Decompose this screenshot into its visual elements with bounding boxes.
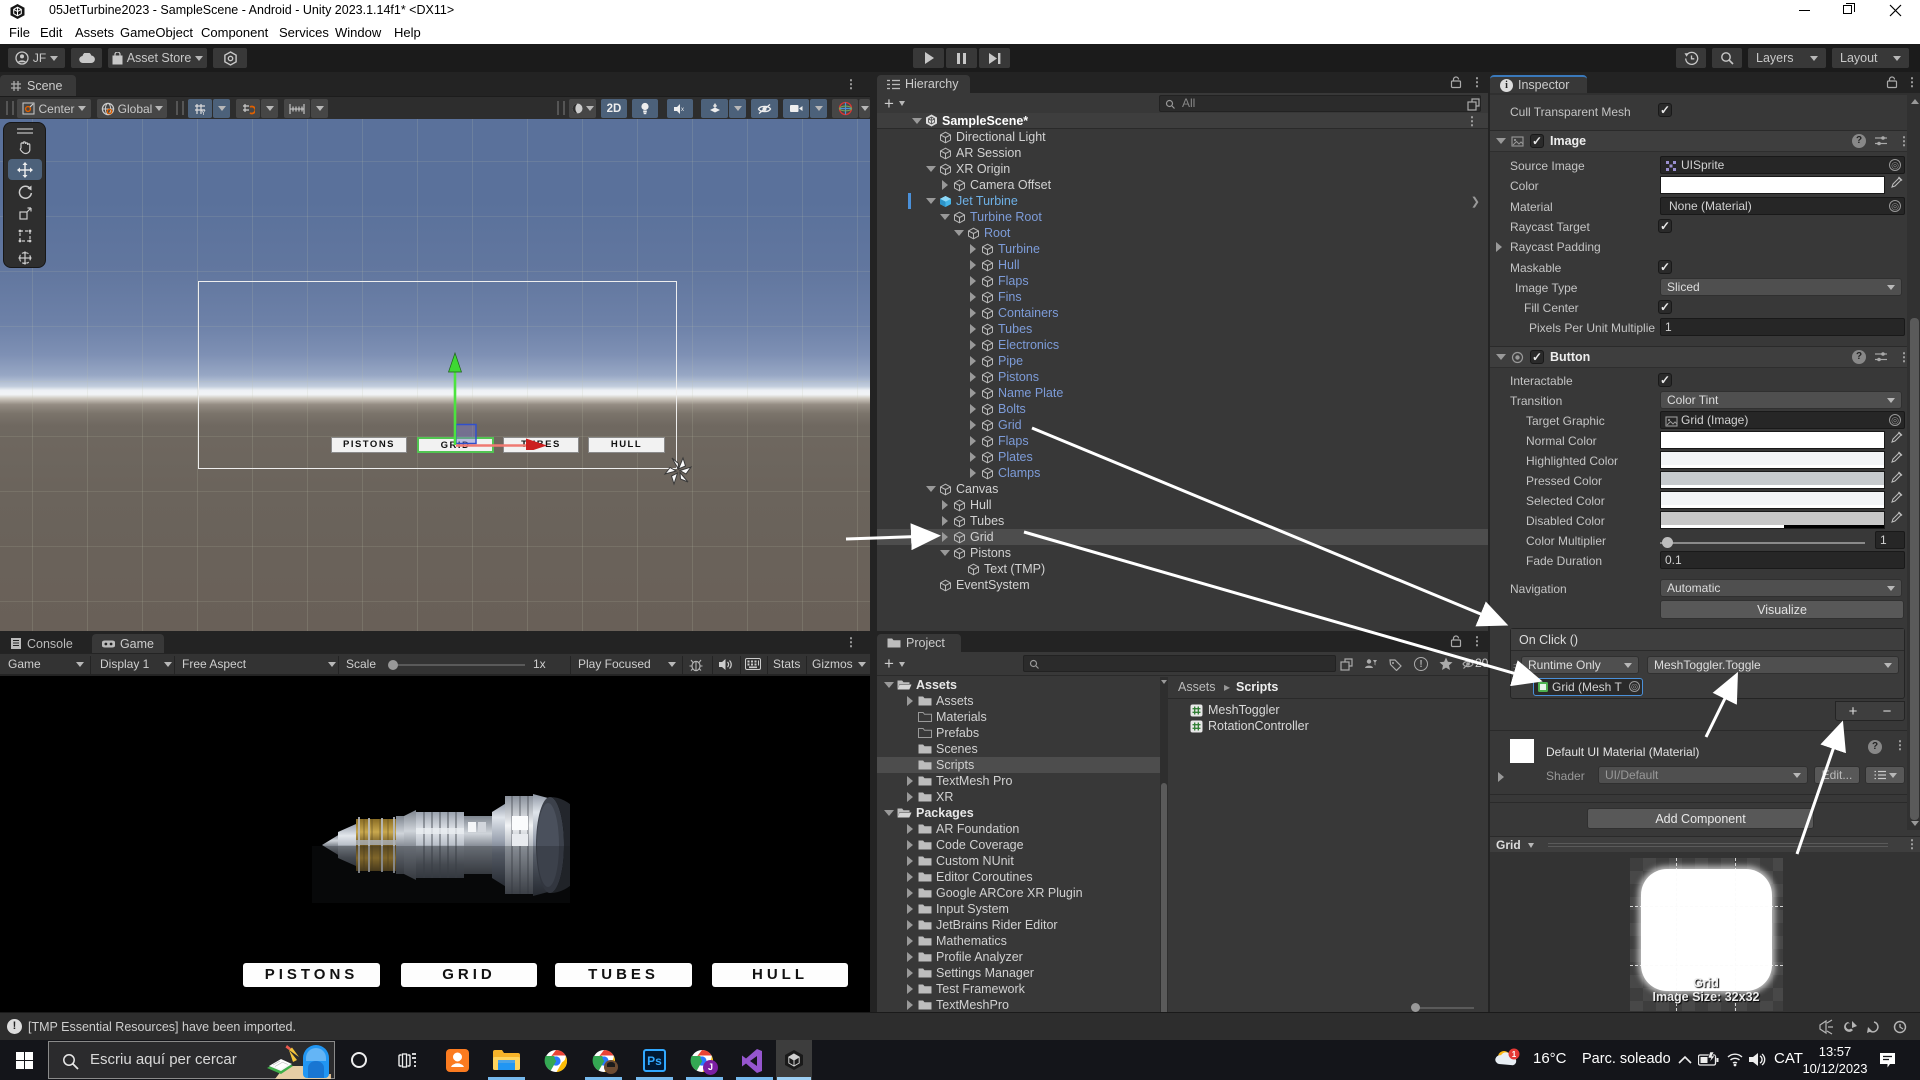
svg-text:x: x — [681, 107, 684, 113]
svg-text:Y: Y — [201, 110, 206, 116]
svg-text:1: 1 — [1512, 1050, 1517, 1059]
